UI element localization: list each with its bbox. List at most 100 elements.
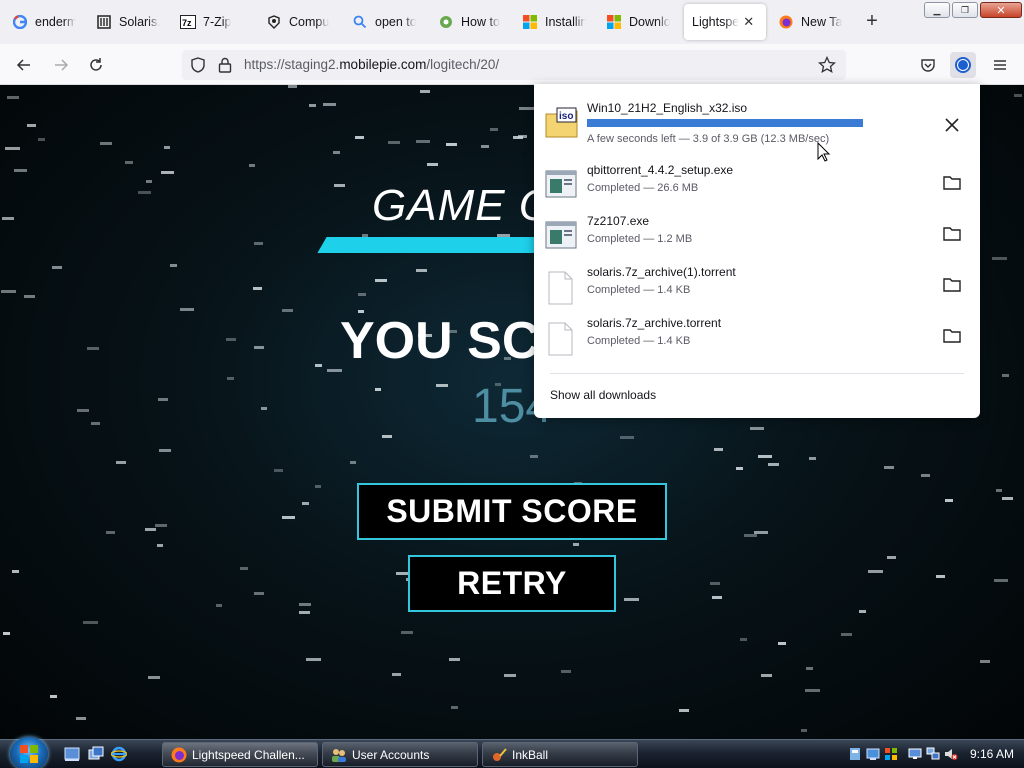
clock[interactable]: 9:16 AM [970, 747, 1014, 761]
star-dash [375, 388, 381, 391]
bookmark-star-icon[interactable] [817, 55, 837, 77]
switch-windows-icon[interactable] [88, 746, 104, 762]
retry-button[interactable]: RETRY [408, 555, 616, 612]
tab-label: New Ta [801, 15, 842, 29]
download-item[interactable]: 7z2107.exe Completed — 1.2 MB [534, 214, 980, 264]
show-in-folder-button[interactable] [942, 172, 962, 192]
tab-how-to[interactable]: How to [430, 4, 510, 40]
tab-download[interactable]: Downlo [598, 4, 678, 40]
tab-label: Installin [545, 15, 586, 29]
star-dash [392, 673, 401, 676]
star-dash [801, 729, 807, 732]
tray-network-icon[interactable] [866, 747, 880, 761]
tab-lightspeed[interactable]: Lightspe ✕ [684, 4, 766, 40]
firefox-icon [171, 747, 187, 763]
volume-muted-icon[interactable] [944, 747, 958, 761]
taskbar: Lightspeed Challen... User Accounts InkB… [0, 737, 1024, 768]
download-item[interactable]: solaris.7z_archive.torrent Completed — 1… [534, 316, 980, 366]
tab-installing[interactable]: Installin [514, 4, 594, 40]
close-window-button[interactable]: ✕ [980, 2, 1022, 18]
tab-new-tab[interactable]: New Ta [770, 4, 850, 40]
folder-icon [943, 277, 961, 292]
menu-button[interactable] [987, 52, 1013, 78]
cancel-download-button[interactable] [942, 115, 962, 135]
star-dash [170, 264, 177, 267]
url-bar[interactable]: https://staging2.mobilepie.com/logitech/… [182, 50, 846, 80]
show-desktop-icon[interactable] [64, 746, 80, 762]
restore-button[interactable]: ❐ [952, 2, 978, 18]
download-item[interactable]: solaris.7z_archive(1).torrent Completed … [534, 265, 980, 315]
tray-monitor-icon[interactable] [908, 747, 922, 761]
download-item[interactable]: iso Win10_21H2_English_x32.iso A few sec… [534, 101, 980, 151]
7zip-icon: 7z [180, 14, 196, 30]
url-text[interactable]: https://staging2.mobilepie.com/logitech/… [244, 57, 499, 72]
star-dash [180, 308, 194, 311]
back-arrow-icon [16, 59, 30, 71]
reload-button[interactable] [83, 52, 109, 78]
tray-network-connections-icon[interactable] [926, 747, 940, 761]
show-in-folder-button[interactable] [942, 325, 962, 345]
lock-icon[interactable] [218, 57, 232, 76]
star-dash [216, 604, 222, 607]
tab-label: Compu [289, 15, 330, 29]
star-dash [116, 461, 126, 464]
new-tab-button[interactable]: + [862, 11, 882, 32]
star-dash [936, 575, 945, 578]
shield-icon[interactable] [190, 57, 206, 76]
taskbar-item-inkball[interactable]: InkBall [482, 742, 638, 767]
hamburger-icon [994, 60, 1006, 70]
google-icon [12, 14, 28, 30]
star-dash [710, 582, 720, 585]
show-in-folder-button[interactable] [942, 274, 962, 294]
star-dash [157, 544, 163, 547]
svg-text:7z: 7z [182, 18, 192, 28]
star-dash [164, 146, 170, 149]
star-dash [382, 435, 392, 438]
tray-app-icon[interactable] [848, 747, 862, 761]
star-dash [161, 171, 174, 174]
star-dash [750, 427, 764, 430]
star-dash [282, 309, 293, 312]
forward-button[interactable] [48, 52, 74, 78]
star-dash [77, 409, 89, 412]
download-status: Completed — 1.4 KB [587, 284, 691, 296]
star-dash [155, 524, 167, 527]
download-filename: 7z2107.exe [587, 214, 650, 228]
minimize-button[interactable]: ▁ [924, 2, 950, 18]
star-dash [254, 346, 264, 349]
tray-security-icon[interactable] [884, 747, 898, 761]
star-dash [805, 689, 820, 692]
back-button[interactable] [11, 52, 37, 78]
star-dash [921, 474, 930, 477]
tab-google[interactable]: enderm [4, 4, 84, 40]
show-in-folder-button[interactable] [942, 223, 962, 243]
users-icon [331, 747, 347, 763]
star-dash [274, 469, 283, 472]
star-dash [87, 347, 99, 350]
close-tab-icon[interactable]: ✕ [743, 14, 754, 30]
star-dash [253, 287, 262, 290]
taskbar-item-label: User Accounts [352, 747, 430, 762]
star-dash [38, 138, 45, 141]
star-dash [91, 422, 100, 425]
star-dash [449, 658, 460, 661]
star-dash [859, 610, 866, 613]
star-dash [768, 463, 779, 466]
downloads-button[interactable] [950, 52, 976, 78]
download-item[interactable]: qbittorrent_4.4.2_setup.exe Completed — … [534, 163, 980, 213]
show-all-downloads-link[interactable]: Show all downloads [550, 388, 656, 402]
tab-solaris[interactable]: Solaris.e [88, 4, 168, 40]
star-dash [778, 642, 786, 645]
star-dash [27, 124, 36, 127]
tab-computer[interactable]: Compu [258, 4, 338, 40]
submit-score-button[interactable]: SUBMIT SCORE [357, 483, 667, 540]
taskbar-item-firefox[interactable]: Lightspeed Challen... [162, 742, 318, 767]
tab-open-to[interactable]: open to [344, 4, 424, 40]
internet-explorer-icon[interactable] [110, 746, 128, 762]
taskbar-item-user-accounts[interactable]: User Accounts [322, 742, 478, 767]
tab-7zip[interactable]: 7z 7-Zip [172, 4, 252, 40]
start-button[interactable] [10, 737, 48, 768]
tab-label: open to [375, 15, 416, 29]
download-status: Completed — 1.2 MB [587, 233, 693, 245]
pocket-button[interactable] [915, 52, 941, 78]
